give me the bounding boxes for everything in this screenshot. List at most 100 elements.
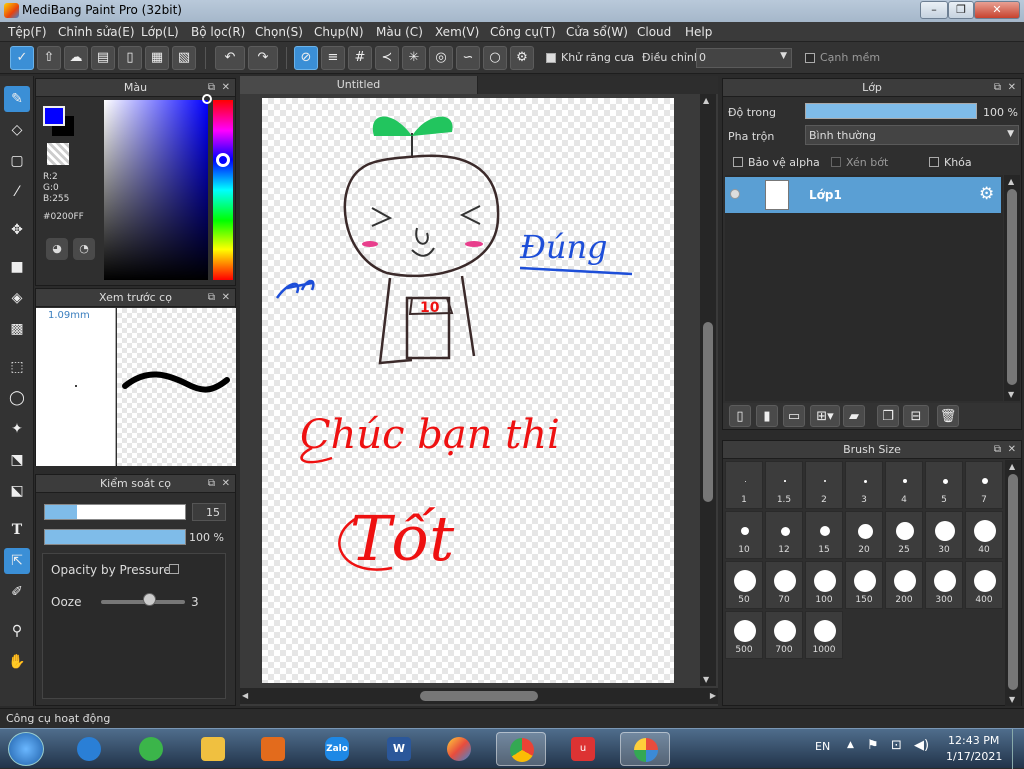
palette-doc-icon[interactable]: ▧ (172, 46, 196, 70)
undock-icon[interactable]: ⧉ (994, 441, 1001, 459)
brush-size-preset[interactable]: 700 (765, 611, 803, 659)
brush-size-input[interactable]: 15 (192, 503, 226, 521)
canvas-vertical-scrollbar[interactable]: ▲ ▼ (700, 94, 716, 686)
brush-size-preset[interactable]: 300 (925, 561, 963, 609)
brush-size-scroll-thumb[interactable] (1008, 474, 1018, 690)
brush-size-preset[interactable]: 7 (965, 461, 1003, 509)
rect-select-icon[interactable]: ⬚ (4, 354, 30, 380)
drawing-canvas[interactable]: 10 Đúng Chúc bạn thi Tốt (262, 98, 674, 683)
taskbar-ie[interactable] (64, 732, 114, 766)
eyedropper-tool-icon[interactable]: ⚲ (4, 618, 30, 644)
taskbar-media[interactable] (248, 732, 298, 766)
menu-tools[interactable]: Công cụ(T) (490, 25, 556, 39)
layer-settings-gear-icon[interactable]: ⚙ (979, 184, 994, 204)
brush-size-preset[interactable]: 1.5 (765, 461, 803, 509)
scroll-up-icon[interactable]: ▲ (1009, 462, 1015, 471)
scroll-down-icon[interactable]: ▼ (1009, 695, 1015, 704)
taskbar-paint[interactable] (434, 732, 484, 766)
move-tool-icon[interactable]: ✥ (4, 217, 30, 243)
hue-slider-handle[interactable] (216, 153, 230, 167)
clock-time[interactable]: 12:43 PM (948, 734, 999, 747)
brush-size-preset[interactable]: 4 (885, 461, 923, 509)
select-pen-icon[interactable]: ⬔ (4, 447, 30, 473)
volume-icon[interactable]: ◀) (914, 738, 929, 753)
color-history-icon[interactable]: ◔ (73, 238, 95, 260)
new-layer-icon[interactable]: ▯ (729, 405, 751, 427)
menu-color[interactable]: Màu (C) (376, 25, 423, 39)
bucket-tool-icon[interactable]: ◈ (4, 285, 30, 311)
brush-size-scrollbar[interactable]: ▲ ▼ (1005, 460, 1021, 706)
scroll-down-icon[interactable]: ▼ (703, 675, 709, 684)
lasso-select-icon[interactable]: ◯ (4, 385, 30, 411)
panel-close-icon[interactable]: ✕ (222, 289, 230, 307)
menu-help[interactable]: Help (685, 25, 712, 39)
brush-size-preset[interactable]: 1 (725, 461, 763, 509)
soft-edge-checkbox[interactable] (805, 53, 815, 63)
upload-icon[interactable]: ⇧ (37, 46, 61, 70)
palette-icon[interactable]: ◕ (46, 238, 68, 260)
brush-size-preset[interactable]: 100 (805, 561, 843, 609)
scroll-right-icon[interactable]: ▶ (710, 691, 716, 700)
canvas-horizontal-scroll-thumb[interactable] (420, 691, 538, 701)
taskbar-unikey[interactable]: u (558, 732, 608, 766)
brush-size-preset[interactable]: 10 (725, 511, 763, 559)
blend-mode-select[interactable]: Bình thường ▼ (805, 125, 1019, 145)
chat-icon[interactable]: ▤ (91, 46, 115, 70)
brush-size-preset[interactable]: 15 (805, 511, 843, 559)
clock-date[interactable]: 1/17/2021 (946, 750, 1002, 763)
show-desktop-button[interactable] (1012, 729, 1024, 769)
color-picker-handle[interactable] (202, 94, 212, 104)
divide-tool-icon[interactable]: ✐ (4, 579, 30, 605)
add-layer-menu-icon[interactable]: ⊞▾ (810, 405, 840, 427)
brush-size-preset[interactable]: 400 (965, 561, 1003, 609)
snap-off-icon[interactable]: ⊘ (294, 46, 318, 70)
layer-visibility-icon[interactable] (730, 189, 740, 199)
taskbar-explorer[interactable] (188, 732, 238, 766)
merge-layer-icon[interactable]: ⊟ (903, 405, 929, 427)
perspective-snap-icon[interactable]: ≺ (375, 46, 399, 70)
layer-row[interactable]: Lớp1 ⚙ (725, 177, 1001, 213)
protect-alpha-checkbox[interactable] (733, 157, 743, 167)
gradient-tool-icon[interactable]: ▩ (4, 316, 30, 342)
scroll-up-icon[interactable]: ▲ (1008, 177, 1014, 186)
brush-tool-icon[interactable]: ✎ (4, 86, 30, 112)
select-eraser-icon[interactable]: ⬕ (4, 478, 30, 504)
taskbar-app-green[interactable] (126, 732, 176, 766)
menu-filter[interactable]: Bộ lọc(R) (191, 25, 245, 39)
brush-opacity-slider[interactable] (44, 529, 186, 545)
menu-layer[interactable]: Lớp(L) (141, 25, 179, 39)
menu-capture[interactable]: Chụp(N) (314, 25, 364, 39)
brush-size-preset[interactable]: 5 (925, 461, 963, 509)
brush-size-preset[interactable]: 1000 (805, 611, 843, 659)
menu-edit[interactable]: Chỉnh sửa(E) (58, 25, 135, 39)
radial-snap-icon[interactable]: ✳ (402, 46, 426, 70)
brush-size-preset[interactable]: 3 (845, 461, 883, 509)
canvas-horizontal-scrollbar[interactable]: ◀ ▶ (240, 688, 718, 704)
undock-icon[interactable]: ⧉ (208, 475, 215, 493)
brush-size-preset[interactable]: 30 (925, 511, 963, 559)
eraser-tool-icon[interactable]: ◇ (4, 117, 30, 143)
start-button-icon[interactable] (8, 732, 44, 766)
correction-select[interactable]: 0 ▼ (696, 48, 792, 68)
duplicate-layer-icon[interactable]: ❐ (877, 405, 899, 427)
opacity-pressure-checkbox[interactable] (169, 564, 179, 574)
text-tool-icon[interactable]: T (4, 517, 30, 543)
grid-doc-icon[interactable]: ▦ (145, 46, 169, 70)
taskbar-chrome[interactable] (496, 732, 546, 766)
parallel-snap-icon[interactable]: ≡ (321, 46, 345, 70)
transparent-color-swatch[interactable] (47, 143, 69, 165)
circle-snap-icon[interactable]: ◎ (429, 46, 453, 70)
brush-size-preset[interactable]: 40 (965, 511, 1003, 559)
language-indicator[interactable]: EN (815, 740, 830, 753)
panel-close-icon[interactable]: ✕ (222, 475, 230, 493)
clipping-checkbox[interactable] (831, 157, 841, 167)
brush-size-preset[interactable]: 20 (845, 511, 883, 559)
brush-size-preset[interactable]: 25 (885, 511, 923, 559)
brush-size-preset[interactable]: 70 (765, 561, 803, 609)
canvas-vertical-scroll-thumb[interactable] (703, 322, 713, 502)
close-button[interactable]: ✕ (974, 1, 1020, 19)
undock-icon[interactable]: ⧉ (994, 79, 1001, 97)
brush-size-preset[interactable]: 2 (805, 461, 843, 509)
layer-opacity-slider[interactable] (805, 103, 977, 119)
menu-window[interactable]: Cửa sổ(W) (566, 25, 628, 39)
